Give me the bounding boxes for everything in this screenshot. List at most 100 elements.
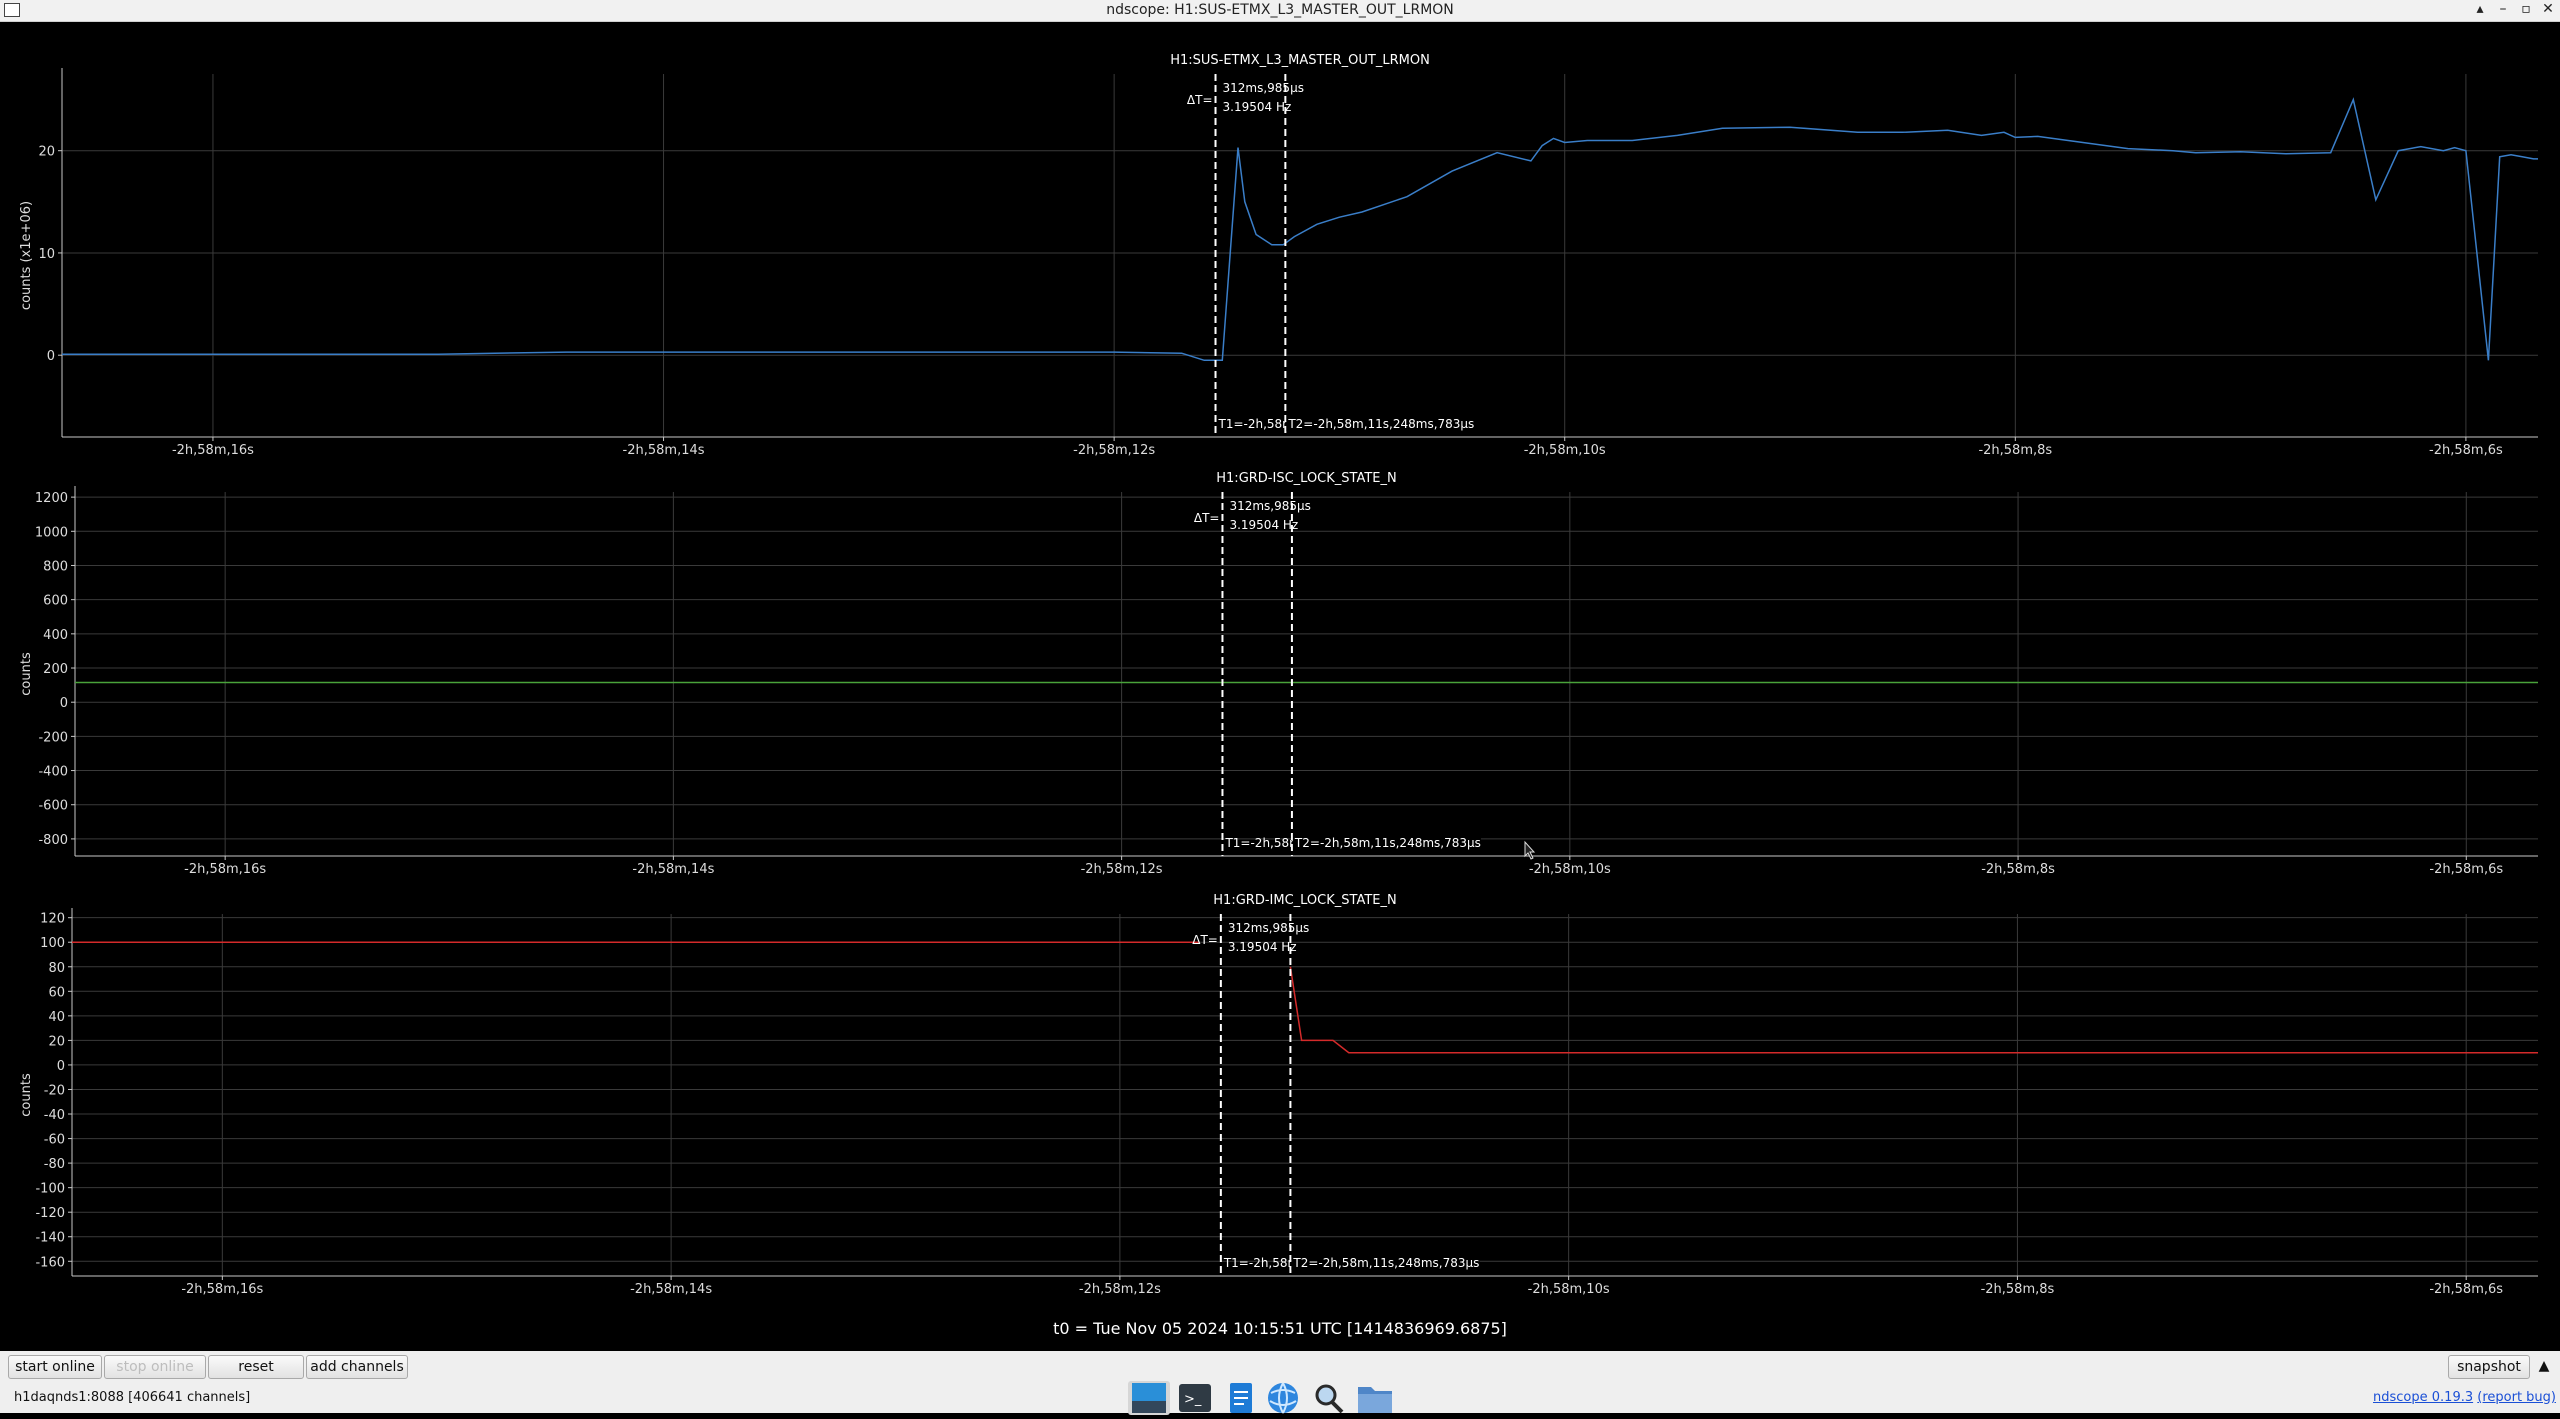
x-tick-label: -2h,58m,10s <box>1529 862 1611 877</box>
x-tick-label: -2h,58m,14s <box>623 443 705 458</box>
x-tick-label: -2h,58m,8s <box>1981 1282 2055 1297</box>
text-editor-icon[interactable] <box>1220 1381 1262 1415</box>
x-tick-label: -2h,58m,6s <box>2429 443 2503 458</box>
t1-label: T1=-2h,58m <box>1223 1256 1299 1270</box>
x-tick-label: -2h,58m,14s <box>632 862 714 877</box>
terminal-icon[interactable]: >_ <box>1174 1381 1216 1415</box>
y-tick-label: 10 <box>38 247 55 262</box>
y-tick-label: 60 <box>48 985 65 1000</box>
control-bar: start online stop online reset add chann… <box>0 1351 2560 1415</box>
x-tick-label: -2h,58m,8s <box>1981 862 2055 877</box>
series-line <box>1289 966 2538 1054</box>
cursor-delta-label: ΔT= <box>1192 933 1218 947</box>
y-tick-label: -200 <box>38 730 68 745</box>
y-tick-label: -800 <box>38 833 68 848</box>
add-channels-button[interactable]: add channels <box>306 1355 408 1379</box>
y-tick-label: 800 <box>43 559 68 574</box>
x-tick-label: -2h,58m,6s <box>2429 1282 2503 1297</box>
t0-label: t0 = Tue Nov 05 2024 10:15:51 UTC [14148… <box>1053 1319 1507 1338</box>
keep-above-icon[interactable]: ▴ <box>2470 1 2490 17</box>
y-tick-label: -20 <box>44 1083 65 1098</box>
y-tick-label: -160 <box>35 1255 65 1270</box>
stop-online-button[interactable]: stop online <box>104 1355 206 1379</box>
server-status: h1daqnds1:8088 [406641 channels] <box>14 1390 251 1405</box>
y-tick-label: 40 <box>48 1010 65 1025</box>
series-line <box>62 97 2538 362</box>
t2-label: T2=-2h,58m,11s,248ms,783µs <box>1294 836 1481 850</box>
y-tick-label: -100 <box>35 1182 65 1197</box>
cursor-frequency: 3.19504 Hz <box>1223 100 1292 114</box>
y-tick-label: -400 <box>38 765 68 780</box>
x-tick-label: -2h,58m,10s <box>1528 1282 1610 1297</box>
minimize-icon[interactable]: – <box>2493 1 2513 17</box>
y-tick-label: -600 <box>38 799 68 814</box>
reset-button[interactable]: reset <box>208 1355 304 1379</box>
report-bug-link[interactable]: (report bug) <box>2477 1390 2556 1405</box>
cursor-delta-value: 312ms,985µs <box>1223 81 1304 95</box>
x-tick-label: -2h,58m,12s <box>1081 862 1163 877</box>
plot-3: H1:GRD-IMC_LOCK_STATE_N -2h,58m,16s -2h,58… <box>19 893 2538 1297</box>
y-tick-label: 20 <box>38 145 55 160</box>
y-axis-label: counts <box>19 652 34 696</box>
version-info: ndscope 0.19.3 (report bug) <box>2373 1390 2556 1405</box>
cursor-delta-label: ΔT= <box>1187 93 1213 107</box>
y-tick-label: 80 <box>48 961 65 976</box>
t1-label: T1=-2h,58m <box>1224 836 1300 850</box>
t2-label: T2=-2h,58m,11s,248ms,783µs <box>1292 1256 1479 1270</box>
x-tick-label: -2h,58m,12s <box>1073 443 1155 458</box>
y-tick-label: 20 <box>48 1034 65 1049</box>
cursor-frequency: 3.19504 Hz <box>1228 940 1297 954</box>
file-manager-icon[interactable] <box>1354 1381 1396 1415</box>
plot-title: H1:SUS-ETMX_L3_MASTER_OUT_LRMON <box>1170 53 1430 68</box>
y-tick-label: 1000 <box>35 525 68 540</box>
y-tick-label: 200 <box>43 662 68 677</box>
y-tick-label: -60 <box>44 1133 65 1148</box>
svg-text:>_: >_ <box>1184 1392 1202 1407</box>
version-link[interactable]: ndscope 0.19.3 <box>2373 1390 2473 1405</box>
y-axis-label: counts <box>19 1073 34 1117</box>
y-tick-label: 1200 <box>35 491 68 506</box>
y-tick-label: 600 <box>43 594 68 609</box>
y-tick-label: -120 <box>35 1206 65 1221</box>
x-tick-label: -2h,58m,14s <box>630 1282 712 1297</box>
plot-area: H1:SUS-ETMX_L3_MASTER_OUT_LRMON -2h,58m,1… <box>0 22 2560 1349</box>
web-browser-icon[interactable] <box>1262 1381 1304 1415</box>
x-tick-label: -2h,58m,8s <box>1978 443 2052 458</box>
cursor-delta-value: 312ms,985µs <box>1229 499 1310 513</box>
window-title: ndscope: H1:SUS-ETMX_L3_MASTER_OUT_LRMON <box>1106 2 1454 18</box>
plot-title: H1:GRD-ISC_LOCK_STATE_N <box>1216 471 1396 486</box>
y-tick-label: 400 <box>43 628 68 643</box>
y-tick-label: -40 <box>44 1108 65 1123</box>
search-icon[interactable] <box>1308 1381 1350 1415</box>
maximize-icon[interactable]: ▫ <box>2516 1 2536 17</box>
cursor-frequency: 3.19504 Hz <box>1229 518 1298 532</box>
y-tick-label: 0 <box>47 349 55 364</box>
y-tick-label: 120 <box>40 912 65 927</box>
x-tick-label: -2h,58m,16s <box>184 862 266 877</box>
collapse-icon[interactable]: ▲ <box>2534 1355 2554 1377</box>
y-tick-label: 0 <box>57 1059 65 1074</box>
plots-canvas[interactable]: H1:SUS-ETMX_L3_MASTER_OUT_LRMON -2h,58m,1… <box>0 22 2560 1322</box>
taskbar-desktop-icon[interactable] <box>1128 1381 1170 1415</box>
x-tick-label: -2h,58m,16s <box>172 443 254 458</box>
window-titlebar: ndscope: H1:SUS-ETMX_L3_MASTER_OUT_LRMON… <box>0 0 2560 22</box>
cursor-delta-label: ΔT= <box>1194 511 1220 525</box>
t1-label: T1=-2h,58m <box>1218 417 1294 431</box>
x-tick-label: -2h,58m,6s <box>2429 862 2503 877</box>
y-tick-label: 0 <box>60 696 68 711</box>
cursor-delta-value: 312ms,985µs <box>1228 921 1309 935</box>
plot-2: H1:GRD-ISC_LOCK_STATE_N -2h,58m,16s -2h,58… <box>19 471 2538 877</box>
x-tick-label: -2h,58m,10s <box>1524 443 1606 458</box>
y-axis-label: counts (x1e+06) <box>19 201 34 310</box>
plot-title: H1:GRD-IMC_LOCK_STATE_N <box>1213 893 1396 908</box>
t2-label: T2=-2h,58m,11s,248ms,783µs <box>1287 417 1474 431</box>
start-online-button[interactable]: start online <box>8 1355 102 1379</box>
x-tick-label: -2h,58m,12s <box>1079 1282 1161 1297</box>
snapshot-button[interactable]: snapshot <box>2448 1355 2530 1379</box>
close-icon[interactable]: ✕ <box>2538 1 2558 17</box>
x-tick-label: -2h,58m,16s <box>181 1282 263 1297</box>
y-tick-label: -80 <box>44 1157 65 1172</box>
y-tick-label: -140 <box>35 1231 65 1246</box>
y-tick-label: 100 <box>40 936 65 951</box>
plot-1: H1:SUS-ETMX_L3_MASTER_OUT_LRMON -2h,58m,1… <box>19 53 2538 458</box>
